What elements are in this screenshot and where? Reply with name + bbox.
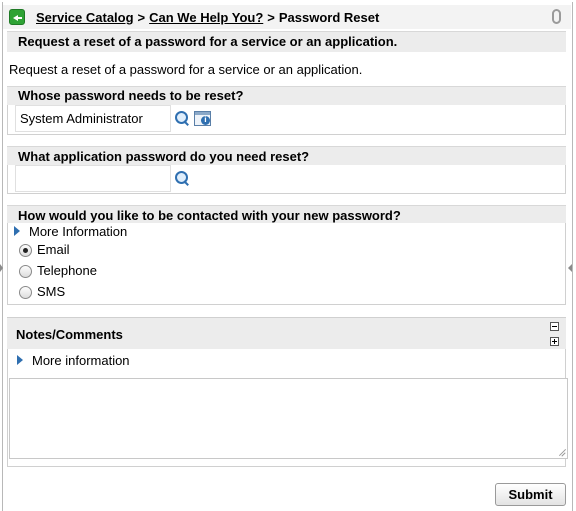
reference-info-icon[interactable] — [194, 111, 211, 126]
expand-icon[interactable] — [550, 337, 559, 346]
item-description: Request a reset of a password for a serv… — [9, 62, 363, 77]
top-bar: Service Catalog > Can We Help You? > Passwor… — [3, 5, 571, 29]
expand-triangle-icon[interactable] — [14, 226, 20, 236]
right-edge-arrow-icon[interactable] — [568, 264, 572, 272]
who-section-header: Whose password needs to be reset? — [7, 86, 566, 105]
contact-more-information-link[interactable]: More Information — [29, 224, 127, 239]
notes-textarea[interactable] — [9, 378, 568, 459]
radio-button-sms[interactable] — [19, 286, 32, 299]
notes-more-information-link[interactable]: More information — [32, 353, 130, 368]
radio-button-telephone[interactable] — [19, 265, 32, 278]
contact-section-header: How would you like to be contacted with … — [7, 205, 566, 223]
back-arrow-icon[interactable] — [9, 9, 25, 25]
who-input[interactable]: System Administrator — [15, 105, 171, 132]
breadcrumb-current: Password Reset — [278, 10, 380, 25]
contact-label: How would you like to be contacted with … — [18, 208, 401, 223]
item-summary: Request a reset of a password for a serv… — [18, 34, 398, 49]
breadcrumb-service-catalog[interactable]: Service Catalog — [36, 10, 134, 25]
who-label: Whose password needs to be reset? — [18, 88, 244, 103]
breadcrumb-separator: > — [137, 10, 146, 25]
left-edge-arrow-icon[interactable] — [0, 264, 3, 272]
collapse-icon[interactable] — [550, 322, 559, 331]
radio-button-email[interactable] — [19, 244, 32, 257]
breadcrumb: Service Catalog > Can We Help You? > Passwor… — [36, 10, 379, 25]
search-icon[interactable] — [174, 110, 190, 126]
item-summary-header: Request a reset of a password for a serv… — [7, 31, 566, 52]
resize-grip-icon[interactable] — [558, 449, 566, 457]
submit-button[interactable]: Submit — [495, 483, 566, 506]
breadcrumb-can-we-help-you[interactable]: Can We Help You? — [149, 10, 263, 25]
radio-label-telephone: Telephone — [37, 263, 97, 278]
expand-triangle-icon[interactable] — [17, 355, 23, 365]
radio-label-sms: SMS — [37, 284, 66, 299]
notes-section-header: Notes/Comments — [7, 317, 566, 349]
search-icon[interactable] — [174, 170, 190, 186]
application-label: What application password do you need re… — [18, 149, 310, 164]
notes-label: Notes/Comments — [16, 327, 123, 342]
radio-label-email: Email — [37, 242, 70, 257]
breadcrumb-separator: > — [267, 10, 275, 25]
application-section-header: What application password do you need re… — [7, 146, 566, 165]
application-input[interactable] — [15, 165, 171, 192]
paperclip-icon[interactable] — [552, 9, 561, 24]
